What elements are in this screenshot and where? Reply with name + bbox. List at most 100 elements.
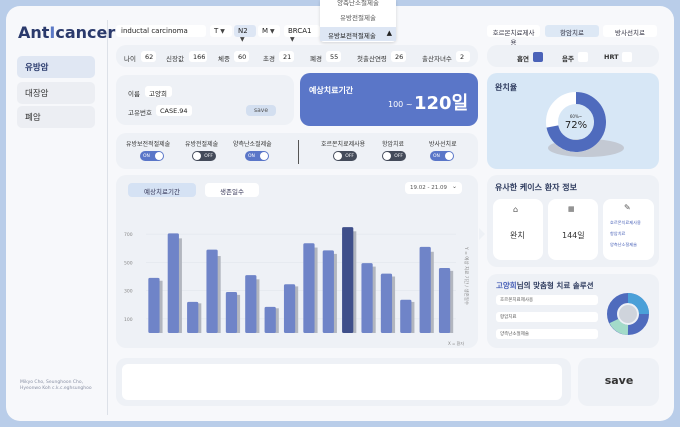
patient-panel bbox=[116, 75, 294, 125]
dropdown-option-selected[interactable]: 유방보전적절제술 ▲ bbox=[320, 27, 396, 41]
period-prefix: 100 ~ bbox=[388, 100, 413, 109]
chart-bar[interactable] bbox=[380, 273, 393, 333]
sidebar-item-colorectal[interactable]: 대장암 bbox=[17, 82, 95, 104]
chevron-up-icon: ▲ bbox=[386, 29, 392, 37]
chart-bar[interactable] bbox=[167, 233, 179, 333]
toggle-switch[interactable]: ON bbox=[140, 151, 164, 161]
vital-value[interactable]: 60 bbox=[234, 51, 249, 62]
sidebar-item-lung[interactable]: 폐암 bbox=[17, 106, 95, 128]
toggle-switch[interactable]: OFF bbox=[192, 151, 216, 161]
chart-bar[interactable] bbox=[361, 263, 373, 333]
dropdown-option[interactable]: 유방전절제술 bbox=[320, 12, 396, 24]
y-tick-label: 500 bbox=[124, 260, 133, 266]
tab-hormone[interactable]: 호르몬치료제사용 bbox=[487, 25, 540, 47]
vital-label: 초경 bbox=[263, 55, 275, 63]
period-value: 120일 bbox=[414, 93, 469, 114]
similar-case-title: 유사한 케이스 환자 정보 bbox=[495, 183, 577, 192]
surgery-dropdown[interactable]: 양측난소절제술 유방전절제술 유방보전적절제술 ▲ bbox=[320, 0, 396, 42]
chevron-down-icon: ▼ bbox=[240, 36, 245, 43]
pointer-arrow bbox=[479, 228, 485, 240]
dropdown-option[interactable]: 양측난소절제술 bbox=[320, 0, 396, 9]
vital-value[interactable]: 26 bbox=[391, 51, 406, 62]
treatment-label: 호르몬치료제사용 bbox=[321, 141, 366, 148]
toggle-switch[interactable]: OFF bbox=[333, 151, 357, 161]
name-field[interactable]: 고양희 bbox=[145, 86, 172, 98]
cure-rate-donut: 60%~ 72% bbox=[546, 92, 624, 157]
name-label: 이름 bbox=[128, 90, 140, 98]
chart-bar[interactable] bbox=[206, 249, 218, 333]
pencil-icon: ✎ bbox=[624, 203, 631, 212]
vital-label: 나이 bbox=[124, 55, 136, 63]
chart-bar[interactable] bbox=[303, 243, 315, 333]
save-button[interactable]: save bbox=[590, 374, 648, 390]
hrt-label: HRT bbox=[604, 53, 619, 61]
bar-chart: 700 500 300 100 X = 환자 Y = 예상 치료 기간 / 생존일수 bbox=[124, 227, 470, 346]
solution-title: 고양희님의 맞춤형 치료 솔루션 bbox=[496, 281, 594, 290]
chart-bar[interactable] bbox=[283, 284, 296, 333]
chart-bar[interactable] bbox=[419, 246, 431, 333]
credits-text: Mikyo Cho, Seunghoon Cho, Hyeonwo Koh c.… bbox=[20, 380, 92, 391]
toggle-switch[interactable]: ON bbox=[430, 151, 454, 161]
vital-value[interactable]: 62 bbox=[141, 51, 156, 62]
id-field[interactable]: CASE.94 bbox=[156, 105, 192, 116]
chart-bar[interactable] bbox=[187, 301, 199, 333]
chart-bar[interactable] bbox=[245, 275, 257, 333]
vital-value[interactable]: 2 bbox=[456, 51, 470, 62]
vital-label: 첫출산연령 bbox=[357, 55, 387, 63]
n-stage-select[interactable]: N2▼ bbox=[234, 25, 256, 43]
chart-bar[interactable] bbox=[264, 306, 276, 333]
similar-treatment: 호르몬치료제사용 bbox=[610, 220, 641, 225]
sidebar-item-breast[interactable]: 유방암 bbox=[17, 56, 95, 78]
chart-bar[interactable] bbox=[400, 299, 412, 333]
calendar-icon: ▦ bbox=[568, 205, 575, 213]
tab-chemo[interactable]: 항암치료 bbox=[545, 25, 599, 37]
y-axis-label: Y = 예상 치료 기간 / 생존일수 bbox=[463, 246, 470, 305]
sidebar-divider bbox=[107, 20, 108, 415]
memo-textarea[interactable] bbox=[122, 364, 562, 400]
m-stage-select[interactable]: M ▼ bbox=[258, 25, 280, 37]
treatment-label: 방사선치료 bbox=[429, 141, 457, 148]
t-stage-select[interactable]: T ▼ bbox=[210, 25, 232, 37]
solution-item[interactable]: 양측난소절제술 bbox=[496, 329, 598, 339]
tab-radiation[interactable]: 방사선치료 bbox=[603, 25, 657, 37]
drinking-checkbox[interactable] bbox=[578, 52, 588, 62]
vital-value[interactable]: 21 bbox=[279, 51, 294, 62]
smoking-checkbox[interactable] bbox=[533, 52, 543, 62]
vital-label: 출산자녀수 bbox=[422, 55, 452, 63]
chevron-down-icon: ▼ bbox=[220, 28, 225, 35]
chart-bar[interactable] bbox=[342, 227, 354, 333]
chevron-down-icon: ▼ bbox=[270, 28, 275, 35]
gene-select[interactable]: BRCA1▼ bbox=[284, 25, 320, 43]
y-tick-label: 700 bbox=[124, 232, 133, 238]
toggle-switch[interactable]: ON bbox=[245, 151, 269, 161]
chart-bar[interactable] bbox=[438, 268, 451, 333]
vital-value[interactable]: 55 bbox=[326, 51, 341, 62]
vital-label: 체중 bbox=[218, 55, 230, 63]
similar-days: 144일 bbox=[562, 231, 585, 240]
drinking-label: 음주 bbox=[562, 55, 574, 63]
toggle-switch[interactable]: OFF bbox=[382, 151, 406, 161]
diagnosis-field[interactable]: inductal carcinoma bbox=[116, 25, 206, 37]
treatment-label: 항암치료 bbox=[382, 141, 405, 148]
home-icon: ⌂ bbox=[513, 205, 519, 214]
chart-bar[interactable] bbox=[148, 277, 160, 333]
cure-rate-value: 72% bbox=[565, 120, 587, 131]
vital-value[interactable]: 166 bbox=[189, 51, 207, 62]
solution-item[interactable]: 항암치료 bbox=[496, 312, 598, 322]
treatment-label: 유방전절제술 bbox=[185, 141, 219, 148]
vital-label: 폐경 bbox=[310, 55, 322, 63]
chart-bar[interactable] bbox=[322, 250, 334, 333]
patient-save-button[interactable]: save bbox=[246, 105, 276, 116]
similar-treatment: 항암치료 bbox=[610, 231, 626, 236]
treatment-divider bbox=[298, 140, 299, 164]
cure-rate-title: 완치율 bbox=[495, 83, 518, 92]
similar-treatment: 양측난소절제술 bbox=[610, 242, 637, 247]
treatment-label: 유방보전적절제술 bbox=[126, 141, 171, 148]
hrt-checkbox[interactable] bbox=[622, 52, 632, 62]
smoking-label: 흡연 bbox=[517, 55, 529, 63]
solution-item[interactable]: 호르몬치료제사용 bbox=[496, 295, 598, 305]
y-tick-label: 300 bbox=[124, 289, 133, 295]
x-axis-label: X = 환자 bbox=[448, 340, 464, 346]
chart-bar[interactable] bbox=[225, 292, 238, 333]
similar-result: 완치 bbox=[510, 231, 525, 240]
